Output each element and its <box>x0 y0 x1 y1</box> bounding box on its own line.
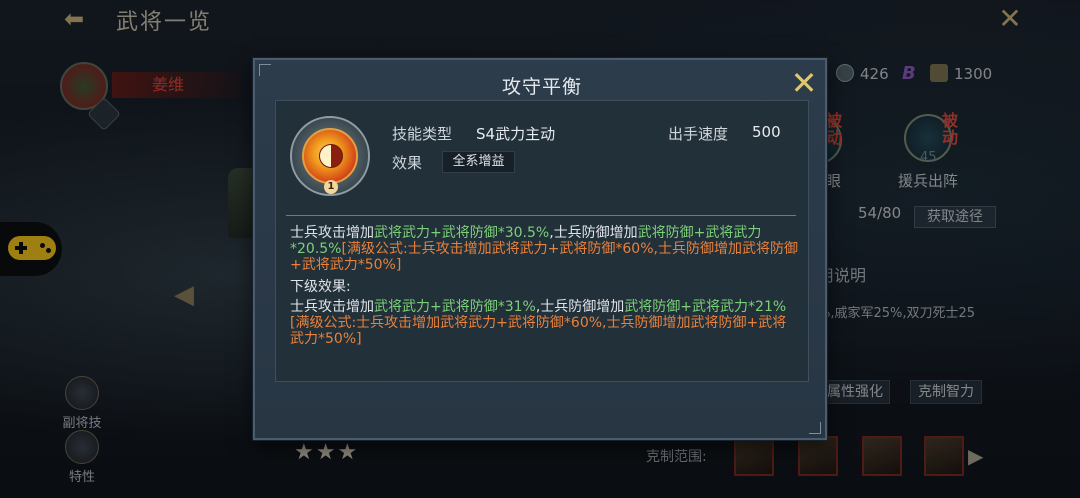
modal-title: 攻守平衡 <box>501 76 582 98</box>
next-level-label: 下级效果: <box>290 279 351 295</box>
speed-value: 500 <box>752 123 781 141</box>
close-icon[interactable]: ✕ <box>787 66 821 100</box>
effect-badge: 全系增益 <box>442 151 515 173</box>
skill-type-value: S4武力主动 <box>476 125 556 143</box>
effect-label: 效果 <box>392 154 423 172</box>
divider <box>286 215 796 216</box>
skill-icon: 1 <box>290 116 370 196</box>
speed-label: 出手速度 <box>668 125 729 143</box>
skill-level-badge: 1 <box>324 180 338 194</box>
next-effect-text: 士兵攻击增加武将武力+武将防御*31%,士兵防御增加武将防御+武将武力*21%[… <box>290 299 787 347</box>
current-effect-text: 士兵攻击增加武将武力+武将防御*30.5%,士兵防御增加武将防御+武将武力*20… <box>290 225 798 273</box>
skill-info-panel: 1 技能类型 S4武力主动 出手速度 500 效果 全系增益 士兵攻击增加武将武… <box>275 100 809 382</box>
taiji-icon <box>319 144 343 168</box>
skill-detail-modal: 攻守平衡 ✕ 1 技能类型 S4武力主动 出手速度 500 效果 全系增益 士兵… <box>253 58 827 440</box>
skill-type-label: 技能类型 <box>392 125 453 143</box>
